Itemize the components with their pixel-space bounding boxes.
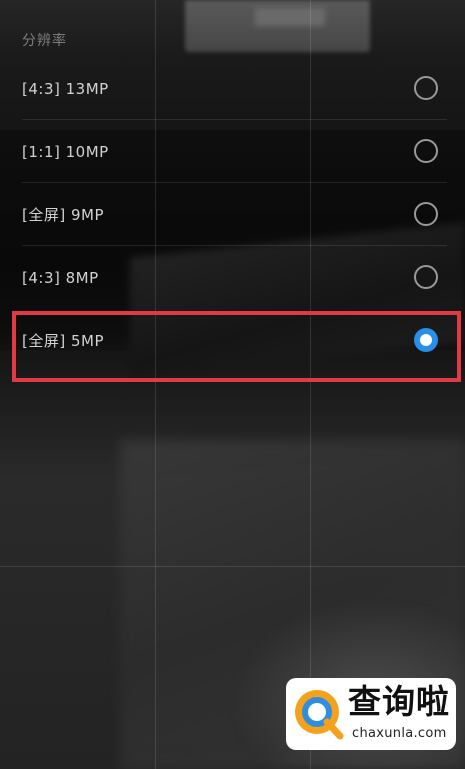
watermark-url: chaxunla.com	[352, 726, 447, 741]
watermark-logo: 查询啦 chaxunla.com	[286, 678, 456, 750]
camera-settings-screen: 分辨率 [4:3] 13MP [1:1] 10MP [全屏] 9MP [4:3]…	[0, 0, 465, 769]
radio-button[interactable]	[414, 265, 438, 289]
background-monitor-screen	[255, 8, 325, 26]
radio-button[interactable]	[414, 76, 438, 100]
option-label: [4:3] 8MP	[22, 269, 99, 287]
watermark-title: 查询啦	[348, 682, 450, 721]
divider	[22, 245, 447, 246]
radio-button[interactable]	[414, 139, 438, 163]
option-label: [1:1] 10MP	[22, 143, 109, 161]
option-label: [4:3] 13MP	[22, 80, 109, 98]
resolution-option-4-3-8mp[interactable]: [4:3] 8MP	[0, 247, 465, 309]
resolution-option-1-1-10mp[interactable]: [1:1] 10MP	[0, 121, 465, 183]
divider	[22, 119, 447, 120]
camera-grid-line	[0, 566, 465, 567]
magnifier-q-icon	[295, 690, 344, 740]
resolution-option-full-9mp[interactable]: [全屏] 9MP	[0, 184, 465, 246]
radio-button[interactable]	[414, 202, 438, 226]
option-label: [全屏] 9MP	[22, 206, 105, 224]
highlight-box	[12, 311, 461, 382]
background-monitor	[185, 0, 370, 52]
resolution-option-4-3-13mp[interactable]: [4:3] 13MP	[0, 58, 465, 120]
divider	[22, 182, 447, 183]
section-title: 分辨率	[22, 33, 67, 49]
